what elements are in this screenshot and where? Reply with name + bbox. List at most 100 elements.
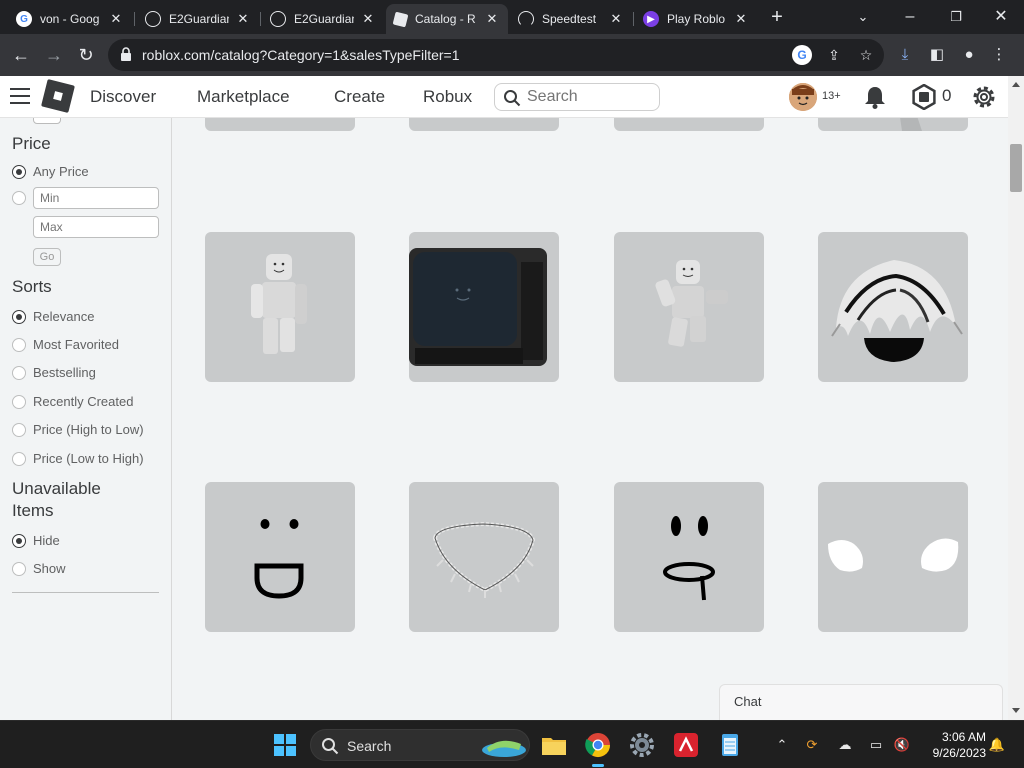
min-price-input[interactable] <box>33 187 159 209</box>
restore-icon[interactable]: ❐ <box>944 6 968 28</box>
search-input[interactable] <box>527 87 653 107</box>
unavailable-option-hide[interactable]: Hide <box>12 533 60 548</box>
network-icon[interactable]: ▭ <box>866 735 886 755</box>
close-icon[interactable]: ✕ <box>608 11 624 27</box>
browser-tab[interactable]: ▶ Play Roblo ✕ <box>635 4 757 34</box>
side-panel-icon[interactable]: ◧ <box>926 44 948 66</box>
price-option-any[interactable]: Any Price <box>12 164 89 179</box>
robux-icon[interactable] <box>911 84 937 110</box>
close-icon[interactable]: ✕ <box>235 11 251 27</box>
catalog-item-smile-face[interactable] <box>205 482 355 632</box>
sort-option-bestselling[interactable]: Bestselling <box>12 365 96 380</box>
catalog-item-blank-avatar[interactable] <box>205 232 355 382</box>
unavailable-heading-2: Items <box>12 501 54 520</box>
radio-button[interactable] <box>12 365 26 380</box>
hamburger-menu-icon[interactable] <box>10 88 30 104</box>
nav-link-robux[interactable]: Robux <box>423 87 472 107</box>
radio-button[interactable] <box>12 561 26 576</box>
radio-button[interactable] <box>12 309 26 324</box>
collapsed-control[interactable] <box>33 118 61 124</box>
browser-tab[interactable]: E2Guardian ✕ <box>137 4 259 34</box>
file-explorer-icon[interactable] <box>539 730 569 760</box>
catalog-item-spiked-necklace[interactable] <box>409 482 559 632</box>
bookmark-star-icon[interactable]: ☆ <box>856 45 876 65</box>
close-icon[interactable]: ✕ <box>108 11 124 27</box>
radio-button[interactable] <box>12 164 26 179</box>
close-icon[interactable]: ✕ <box>360 11 376 27</box>
scroll-thumb[interactable] <box>1010 144 1022 192</box>
settings-gear-icon[interactable] <box>627 730 657 760</box>
catalog-item-card[interactable] <box>409 118 559 131</box>
sort-option-relevance[interactable]: Relevance <box>12 309 94 324</box>
radio-button[interactable] <box>12 337 26 352</box>
radio-button[interactable] <box>12 533 26 548</box>
taskbar-search[interactable]: Search <box>310 729 530 761</box>
download-icon[interactable]: ⤓ <box>894 44 916 66</box>
nav-link-create[interactable]: Create <box>334 87 385 107</box>
roblox-header: Discover Marketplace Create Robux 13+ 0 <box>0 76 1024 118</box>
sort-option-price-high-low[interactable]: Price (High to Low) <box>12 422 144 437</box>
catalog-item-card[interactable] <box>205 118 355 131</box>
tray-sync-icon[interactable]: ⟳ <box>802 735 822 755</box>
windows-start-icon[interactable] <box>274 734 296 756</box>
catalog-item-card[interactable] <box>818 118 968 131</box>
sort-option-recently-created[interactable]: Recently Created <box>12 394 133 409</box>
catalog-item-black-white-hair[interactable] <box>818 232 968 382</box>
radio-button[interactable] <box>12 422 26 437</box>
radio-button[interactable] <box>12 394 26 409</box>
tray-cloud-icon[interactable]: ☁ <box>835 735 855 755</box>
catalog-item-tv-head[interactable] <box>409 232 559 382</box>
antivirus-app-icon[interactable] <box>671 730 701 760</box>
menu-kebab-icon[interactable]: ⋮ <box>988 44 1010 66</box>
scroll-up-arrow-icon[interactable] <box>1012 82 1020 87</box>
avatar-headshot-icon <box>789 83 817 111</box>
max-price-input[interactable] <box>33 216 159 238</box>
minimize-icon[interactable]: – <box>898 6 922 28</box>
forward-icon[interactable]: → <box>41 42 67 68</box>
browser-tab[interactable]: G von - Goog ✕ <box>8 4 132 34</box>
volume-muted-icon[interactable]: 🔇 <box>892 735 912 755</box>
share-icon[interactable]: ⇪ <box>824 45 844 65</box>
nav-link-discover[interactable]: Discover <box>90 87 156 107</box>
taskbar-clock[interactable]: 3:06 AM 9/26/2023 <box>918 729 986 761</box>
notification-bell-icon[interactable]: 🔔 <box>987 735 1007 755</box>
browser-tab[interactable]: Speedtest ✕ <box>510 4 632 34</box>
item-thumbnail <box>409 248 547 366</box>
catalog-item-card[interactable] <box>614 118 764 131</box>
catalog-item-waving-avatar[interactable] <box>614 232 764 382</box>
close-icon[interactable]: ✕ <box>733 11 749 27</box>
sort-option-price-low-high[interactable]: Price (Low to High) <box>12 451 144 466</box>
sort-option-most-favorited[interactable]: Most Favorited <box>12 337 119 352</box>
catalog-item-white-wings[interactable] <box>818 482 968 632</box>
price-option-custom[interactable] <box>12 191 33 205</box>
back-icon[interactable]: ← <box>8 42 34 68</box>
chat-widget[interactable]: Chat <box>719 684 1003 720</box>
tab-search-icon[interactable]: ⌄ <box>851 6 875 28</box>
settings-gear-icon[interactable] <box>970 83 998 111</box>
search-box[interactable] <box>494 83 660 111</box>
close-icon[interactable]: ✕ <box>484 11 500 27</box>
browser-tab-active[interactable]: Catalog - R ✕ <box>386 4 508 34</box>
go-button[interactable]: Go <box>33 248 61 266</box>
chrome-icon[interactable] <box>583 730 613 767</box>
scroll-down-arrow-icon[interactable] <box>1012 708 1020 713</box>
notifications-bell-icon[interactable] <box>862 84 888 110</box>
nav-link-marketplace[interactable]: Marketplace <box>197 87 290 107</box>
radio-button[interactable] <box>12 191 26 205</box>
unavailable-option-show[interactable]: Show <box>12 561 66 576</box>
address-bar[interactable]: roblox.com/catalog?Category=1&salesTypeF… <box>108 39 884 71</box>
new-tab-icon[interactable]: + <box>765 6 789 28</box>
notepad-icon[interactable] <box>715 730 745 760</box>
browser-tab[interactable]: E2Guardian ✕ <box>262 4 384 34</box>
window-close-icon[interactable]: ✕ <box>989 6 1013 28</box>
radio-button[interactable] <box>12 451 26 466</box>
profile-icon[interactable]: ● <box>958 44 980 66</box>
catalog-item-drool-face[interactable] <box>614 482 764 632</box>
roblox-logo-icon[interactable] <box>41 79 75 113</box>
page-scrollbar[interactable] <box>1008 76 1024 720</box>
browser-tab-strip: G von - Goog ✕ E2Guardian ✕ E2Guardian ✕… <box>0 0 1024 34</box>
reload-icon[interactable]: ↻ <box>73 42 99 68</box>
tray-overflow-chevron-icon[interactable]: ⌃ <box>772 735 792 755</box>
google-lens-icon[interactable]: G <box>792 45 812 65</box>
avatar[interactable] <box>789 83 817 111</box>
